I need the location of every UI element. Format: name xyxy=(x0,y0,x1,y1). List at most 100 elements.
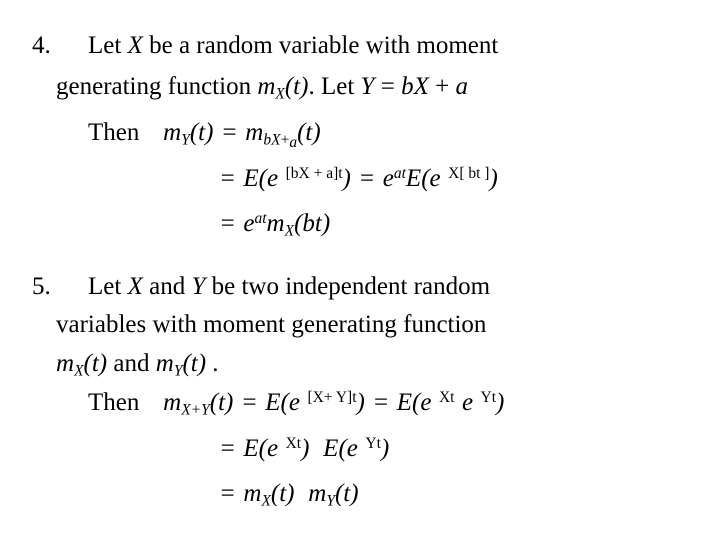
list-number-4: 4. xyxy=(32,32,51,59)
list-number-5: 5. xyxy=(32,273,51,300)
item5-equation-2: = E(e Xt) E(e Yt) xyxy=(219,436,389,461)
item5-l1-post: be two independent random xyxy=(205,273,491,300)
eq5-equals: = xyxy=(219,435,236,462)
item5-text-line-3: mX(t) and mY(t) . xyxy=(56,350,219,379)
eq6-equals: = xyxy=(219,480,236,507)
item4-equation-3: = eatmX(bt) xyxy=(219,209,330,239)
eq5-e-1: e xyxy=(266,435,279,462)
eq4-open-1: ( xyxy=(280,389,289,416)
item5-l3-m1: m xyxy=(56,350,75,377)
eq3-m: m xyxy=(266,210,285,237)
eq5-close-2: ) xyxy=(380,435,390,462)
then-label-1: Then xyxy=(88,119,140,146)
eq4-subscript-y: Y xyxy=(201,401,210,419)
eq6-arg2: (t) xyxy=(334,480,359,507)
eq2-e-1: e xyxy=(266,165,279,192)
eq2-expectation-1: E xyxy=(243,165,259,192)
eq4-e-3: e xyxy=(461,389,474,416)
item5-l1-pre: Let xyxy=(88,273,128,300)
item4-equation-2: = E(e [bX + a]t) = eatE(e X[ bt ]) xyxy=(219,166,498,191)
eq6-subscript-y: Y xyxy=(326,492,335,510)
eq5-exponent-xt: Xt xyxy=(285,434,302,452)
eq1-equals: = xyxy=(220,119,238,146)
eq4-close-2: ) xyxy=(496,389,505,416)
eq6-subscript-x: X xyxy=(261,492,271,510)
eq4-e-1: e xyxy=(288,389,300,416)
item4-l2-plus: + xyxy=(428,73,456,100)
eq1-m2: m xyxy=(245,119,264,146)
eq1-subscript-bx: bX xyxy=(263,131,281,149)
item5-l3-arg1: (t) xyxy=(83,350,108,377)
then-label-2: Then xyxy=(88,389,140,416)
eq3-exponent-at: at xyxy=(254,209,267,227)
item4-l2-m: m xyxy=(257,73,276,100)
item4-text-line-1: Let X be a random variable with moment xyxy=(88,33,498,58)
item4-l2-arg: (t) xyxy=(284,73,309,100)
eq4-subscript-xplus: X+ xyxy=(181,401,202,419)
eq2-equals-2: = xyxy=(358,165,376,192)
eq5-expectation-1: E xyxy=(243,435,259,462)
eq1-arg: (t) xyxy=(189,119,214,146)
eq4-close-1: ) xyxy=(356,389,365,416)
eq2-open-2: ( xyxy=(421,165,430,192)
eq2-exponent-1: [bX + a]t xyxy=(285,164,343,182)
eq2-exponent-at: at xyxy=(393,164,406,182)
item5-l1-mid: and xyxy=(142,273,192,300)
eq2-exponent-xbt: X[ bt ] xyxy=(448,164,490,182)
eq3-subscript-x: X xyxy=(284,222,295,240)
eq1-arg2: (t) xyxy=(297,119,321,146)
item5-equation-1: Then mX+Y(t) = E(e [X+ Y]t) = E(e Xt e Yt) xyxy=(88,388,505,418)
item4-equation-1: Then mY(t) = mbX+a(t) xyxy=(88,119,321,150)
item4-l2-let: . Let xyxy=(308,73,361,100)
eq2-e-3: e xyxy=(429,165,441,192)
item5-l3-end: . xyxy=(206,350,219,377)
eq5-e-2: e xyxy=(346,435,358,462)
eq4-e-2: e xyxy=(420,389,432,416)
item5-l1-var-y: Y xyxy=(191,273,206,300)
eq4-exponent-xyt: [X+ Y]t xyxy=(307,388,357,406)
item5-text-line-1: Let X and Y be two independent random xyxy=(88,274,490,299)
eq4-m: m xyxy=(163,389,182,416)
slide-canvas: 4. Let X be a random variable with momen… xyxy=(0,0,720,540)
eq6-m1: m xyxy=(243,480,262,507)
eq5-expectation-2: E xyxy=(323,435,339,462)
item4-l2-pre: generating function xyxy=(56,73,258,100)
eq3-e: e xyxy=(243,210,255,237)
item4-l2-subscript-x: X xyxy=(275,85,285,103)
item4-l2-a: a xyxy=(455,73,468,100)
eq2-close-2: ) xyxy=(489,165,498,192)
item4-text-line-2: generating function mX(t). Let Y = bX + … xyxy=(56,73,468,102)
item5-l3-subscript-x: X xyxy=(74,362,84,380)
eq2-open-1: ( xyxy=(258,165,267,192)
eq2-close-1: ) xyxy=(342,165,351,192)
eq5-open-2: ( xyxy=(338,435,347,462)
eq4-equals-2: = xyxy=(372,389,390,416)
eq4-expectation-1: E xyxy=(265,389,281,416)
eq1-subscript-a: a xyxy=(289,134,298,152)
item4-l2-var-y: Y xyxy=(360,73,375,100)
eq2-equals-1: = xyxy=(219,165,236,192)
eq3-equals: = xyxy=(219,210,236,237)
item4-l2-equals: = xyxy=(374,73,402,100)
item5-l3-arg2: (t) xyxy=(182,350,207,377)
item4-l1-pre: Let xyxy=(88,32,128,59)
eq4-exponent-xt: Xt xyxy=(438,388,455,406)
item5-equation-3: = mX(t) mY(t) xyxy=(219,480,359,509)
eq6-m2: m xyxy=(308,480,327,507)
item5-l3-and: and xyxy=(107,350,156,377)
item4-l2-var-x2: X xyxy=(413,73,429,100)
item5-text-line-2: variables with moment generating functio… xyxy=(56,311,487,338)
item4-l1-var-x: X xyxy=(127,32,143,59)
eq6-arg1: (t) xyxy=(270,480,295,507)
eq5-open-1: ( xyxy=(258,435,267,462)
item4-l1-post: be a random variable with moment xyxy=(142,32,499,59)
item5-l1-var-x: X xyxy=(127,273,143,300)
eq4-equals-1: = xyxy=(240,389,258,416)
eq2-e-2: e xyxy=(382,165,394,192)
eq4-exponent-yt: Yt xyxy=(480,388,497,406)
eq2-expectation-2: E xyxy=(405,165,422,192)
item5-l3-m2: m xyxy=(155,350,174,377)
eq4-arg: (t) xyxy=(209,389,234,416)
eq1-subscript-y: Y xyxy=(181,131,190,149)
eq5-close-1: ) xyxy=(301,435,310,462)
